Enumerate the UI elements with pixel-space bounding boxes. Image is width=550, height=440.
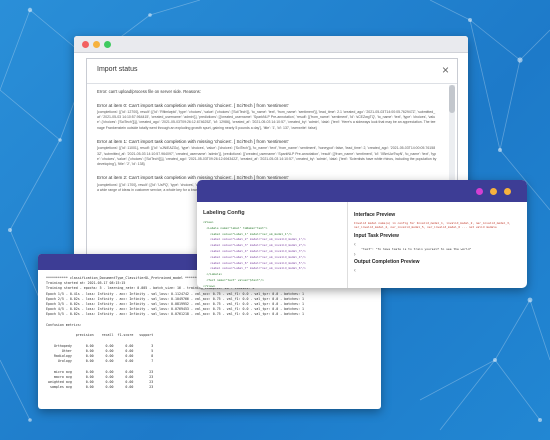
window-maximize-dot[interactable] (504, 187, 511, 195)
labeling-config-title: Labeling Config (203, 210, 245, 216)
log-line: samples avg 0.00 0.00 0.00 23 (46, 385, 154, 390)
scrollbar-thumb[interactable] (449, 85, 455, 113)
window-titlebar (197, 180, 527, 202)
labeling-config-window: Labeling Config <View> <Labels name="lab… (197, 180, 527, 288)
window-titlebar (74, 36, 468, 53)
modal-header: Import status × (87, 59, 457, 84)
error-intro: Error: can't upload/process file on serv… (97, 89, 201, 94)
interface-preview-error: Invalid model name(s) in config for Inva… (354, 221, 511, 230)
window-minimize-dot[interactable] (93, 40, 100, 48)
config-code[interactable]: <View> <Labels name="label" toName="text… (203, 220, 347, 288)
input-preview-json: { "text": "To have taste is to train you… (354, 242, 472, 256)
modal-title: Import status (97, 66, 138, 73)
interface-preview-title: Interface Preview (354, 212, 396, 218)
labeling-config-editor[interactable]: Labeling Config <View> <Labels name="lab… (197, 202, 347, 288)
error-heading: Error at item 0: Can't import task compl… (97, 102, 289, 108)
output-preview-title: Output Completion Preview (354, 259, 420, 266)
config-code-line: </View> (203, 283, 216, 288)
input-preview-title: Input Task Preview (354, 233, 399, 240)
output-preview-json: { (354, 268, 356, 273)
training-log-output: *********** classification_DocumentType_… (46, 276, 377, 409)
error-heading: Error at item 1: Can't import task compl… (97, 138, 289, 144)
window-minimize-dot[interactable] (490, 187, 497, 195)
window-close-dot[interactable] (476, 187, 483, 195)
window-maximize-dot[interactable] (104, 40, 111, 48)
window-close-dot[interactable] (82, 40, 89, 48)
error-detail: [completions': [{'id': 12700}, result': … (97, 110, 436, 130)
close-icon[interactable]: × (442, 63, 449, 77)
preview-panel: Interface Preview Invalid model name(s) … (347, 202, 527, 288)
error-detail: [completions': [{'id': 11001}, result': … (97, 146, 437, 166)
